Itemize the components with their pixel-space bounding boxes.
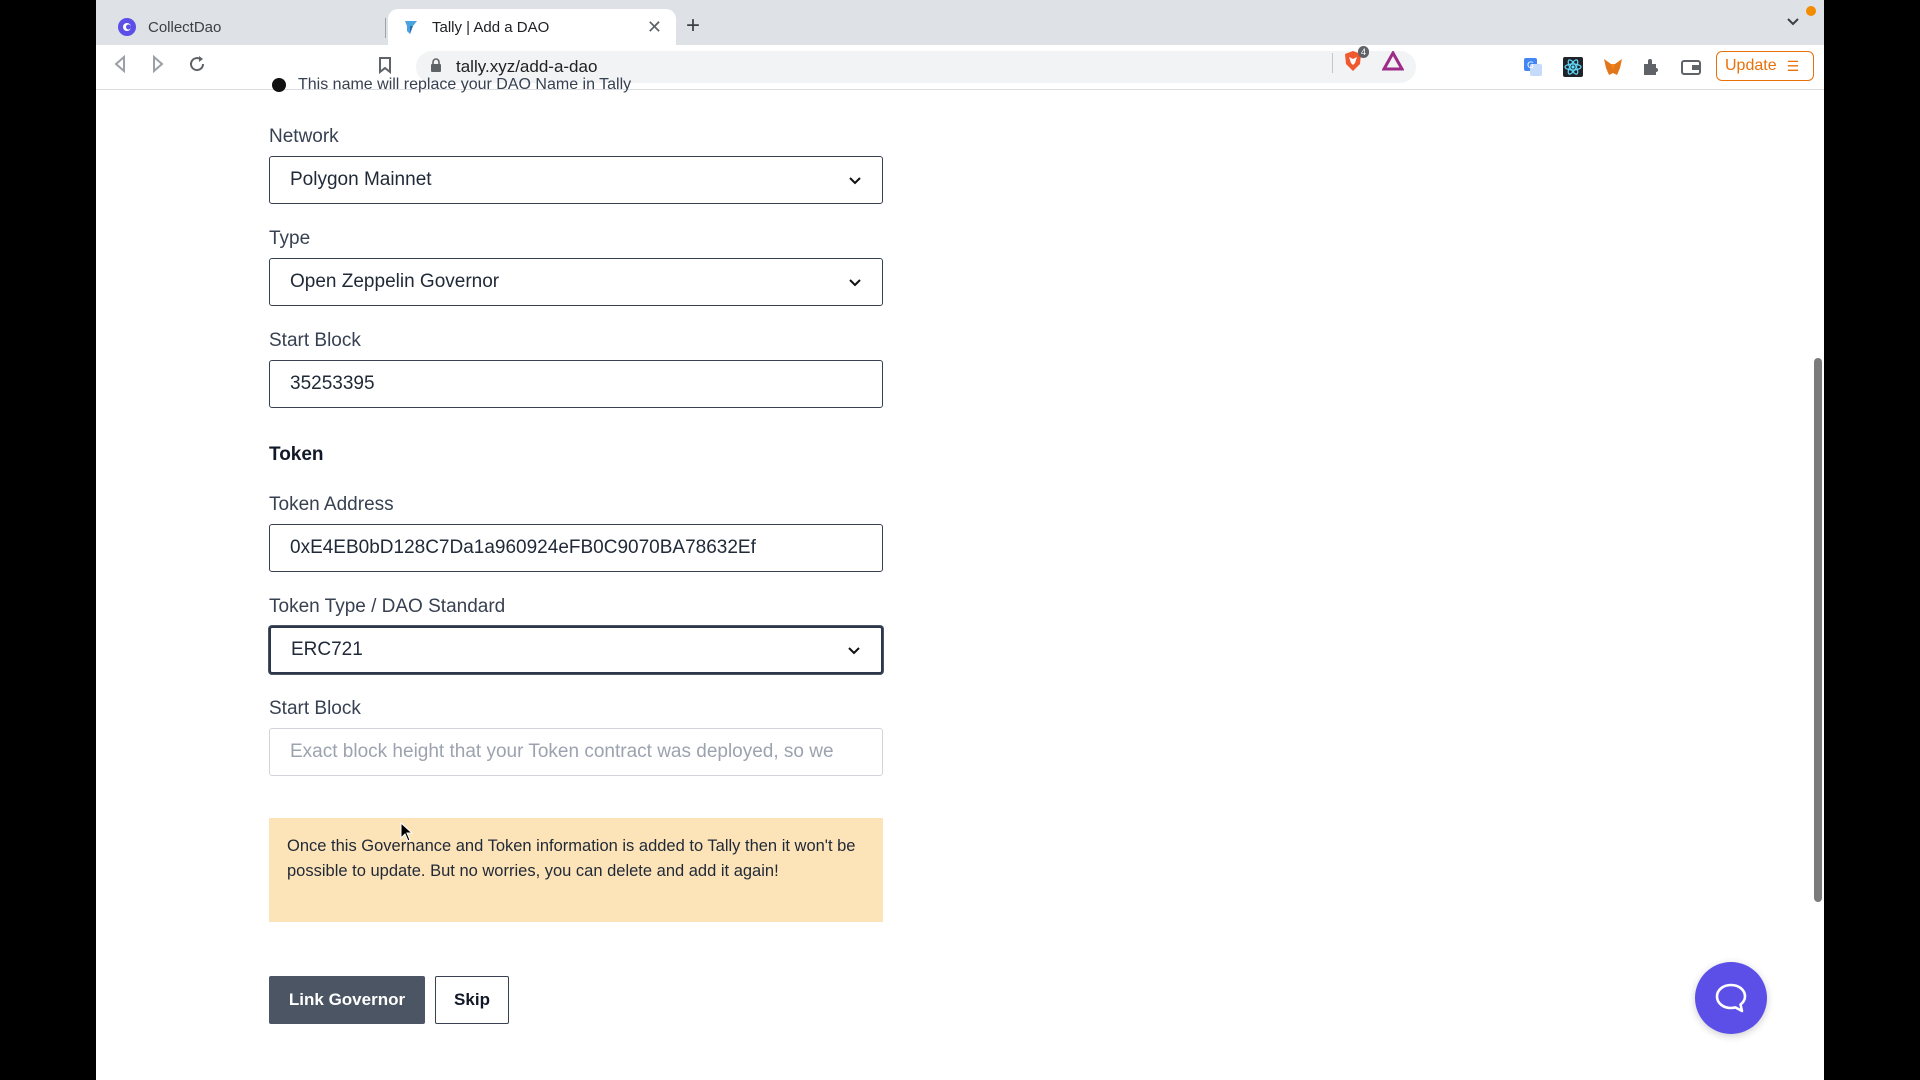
info-icon — [272, 78, 286, 92]
reload-icon[interactable] — [188, 55, 206, 78]
chat-support-button[interactable] — [1695, 962, 1767, 1034]
react-devtools-icon[interactable] — [1562, 56, 1584, 78]
svg-text:G: G — [1527, 61, 1534, 71]
page-content: This name will replace your DAO Name in … — [96, 76, 1824, 1080]
tab-collectdao[interactable]: CollectDao — [104, 9, 394, 45]
tab-search-chevron-icon[interactable] — [1786, 14, 1800, 30]
hint-text: This name will replace your DAO Name in … — [298, 76, 632, 93]
token-address-value: 0xE4EB0bD128C7Da1a960924eFB0C9070BA78632… — [290, 537, 756, 558]
chevron-down-icon — [841, 646, 867, 655]
tab-title: Tally | Add a DAO — [432, 18, 550, 36]
link-governor-button[interactable]: Link Governor — [269, 976, 425, 1024]
type-value: Open Zeppelin Governor — [290, 271, 500, 292]
tab-tally-add-dao[interactable]: Tally | Add a DAO ✕ — [388, 9, 676, 45]
token-type-select[interactable]: ERC721 — [269, 626, 883, 674]
translate-extension-icon[interactable]: G — [1522, 56, 1544, 78]
recording-indicator-icon — [1806, 6, 1816, 16]
start-block-input[interactable]: 35253395 — [269, 360, 883, 408]
metamask-fox-icon[interactable] — [1602, 56, 1624, 78]
chevron-down-icon — [842, 278, 868, 287]
back-icon[interactable] — [112, 54, 128, 78]
menu-hamburger-icon: ☰ — [1786, 57, 1800, 74]
tab-separator — [385, 18, 386, 38]
start-block-value: 35253395 — [290, 373, 375, 394]
url-text: tally.xyz/add-a-dao — [456, 57, 598, 76]
network-value: Polygon Mainnet — [290, 169, 432, 190]
dao-name-hint: This name will replace your DAO Name in … — [272, 76, 631, 94]
new-tab-icon[interactable]: + — [686, 12, 700, 40]
address-separator — [1332, 53, 1333, 73]
extensions-puzzle-icon[interactable] — [1640, 56, 1662, 78]
collectdao-favicon-icon — [118, 18, 136, 36]
forward-icon[interactable] — [150, 54, 166, 78]
type-select[interactable]: Open Zeppelin Governor — [269, 258, 883, 306]
network-select[interactable]: Polygon Mainnet — [269, 156, 883, 204]
token-start-block-placeholder: Exact block height that your Token contr… — [290, 741, 834, 762]
tab-title: CollectDao — [148, 18, 222, 36]
tab-close-icon[interactable]: ✕ — [647, 17, 662, 38]
update-label: Update — [1725, 57, 1777, 74]
token-start-block-label: Start Block — [269, 698, 361, 719]
type-label: Type — [269, 228, 311, 249]
chevron-down-icon — [842, 176, 868, 185]
update-button[interactable]: Update ☰ — [1716, 51, 1814, 81]
warning-notice: Once this Governance and Token informati… — [269, 818, 883, 922]
lock-icon — [430, 57, 442, 77]
tab-strip: CollectDao Tally | Add a DAO ✕ + — [96, 0, 1824, 45]
token-start-block-input[interactable]: Exact block height that your Token contr… — [269, 728, 883, 776]
tally-favicon-icon — [405, 21, 417, 34]
chat-bubble-icon — [1715, 983, 1747, 1013]
wallet-icon[interactable] — [1680, 56, 1702, 78]
network-label: Network — [269, 126, 339, 147]
shield-count-badge: 4 — [1358, 46, 1370, 58]
browser-window: CollectDao Tally | Add a DAO ✕ + tally.x… — [96, 0, 1824, 1080]
token-type-value: ERC721 — [291, 639, 363, 660]
brave-rewards-icon[interactable] — [1382, 51, 1404, 71]
token-address-label: Token Address — [269, 494, 394, 515]
token-address-input[interactable]: 0xE4EB0bD128C7Da1a960924eFB0C9070BA78632… — [269, 524, 883, 572]
mouse-cursor-icon — [400, 822, 414, 842]
skip-button[interactable]: Skip — [435, 976, 509, 1024]
scrollbar-thumb[interactable] — [1814, 358, 1822, 902]
token-section-title: Token — [269, 444, 324, 465]
start-block-label: Start Block — [269, 330, 361, 351]
token-type-label: Token Type / DAO Standard — [269, 596, 506, 617]
